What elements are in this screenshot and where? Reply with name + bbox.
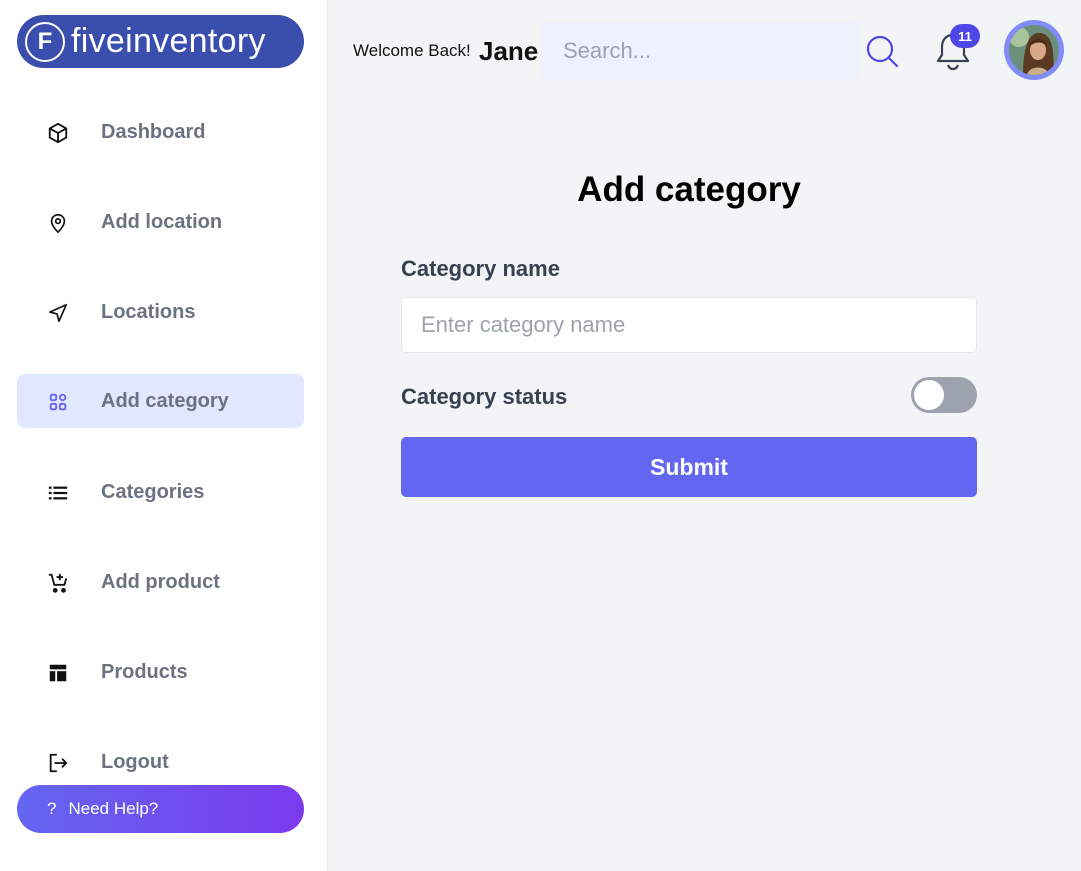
- sidebar-item-label: Add location: [101, 210, 223, 233]
- sidebar-item-dashboard[interactable]: Dashboard: [17, 105, 304, 159]
- brand-logo-mark: F: [25, 21, 65, 62]
- category-status-label: Category status: [401, 384, 568, 409]
- search-input[interactable]: [541, 22, 859, 80]
- category-status-toggle[interactable]: [911, 377, 977, 413]
- cart-add-icon: [47, 572, 69, 594]
- sidebar-item-categories[interactable]: Categories: [17, 465, 304, 519]
- sidebar-item-add-product[interactable]: Add product: [17, 555, 304, 609]
- notification-badge: 11: [950, 24, 980, 48]
- sidebar-item-label: Categories: [101, 480, 205, 503]
- sidebar: F fiveinventory Dashboard Add location L…: [0, 0, 328, 871]
- sidebar-item-products[interactable]: Products: [17, 645, 304, 699]
- sidebar-item-label: Locations: [101, 300, 196, 323]
- need-help-button[interactable]: ? Need Help?: [17, 785, 304, 833]
- logout-icon: [47, 752, 69, 774]
- list-icon: [47, 482, 69, 504]
- brand-logo[interactable]: F fiveinventory: [17, 15, 304, 68]
- page-title: Add category: [577, 170, 801, 209]
- avatar[interactable]: [1004, 20, 1064, 80]
- question-icon: ?: [47, 799, 57, 818]
- sidebar-item-add-location[interactable]: Add location: [17, 195, 304, 249]
- avatar-image: [1009, 25, 1059, 75]
- grid-icon: [47, 391, 69, 413]
- navigation-arrow-icon: [47, 302, 69, 324]
- search-icon[interactable]: [864, 33, 900, 69]
- toggle-knob: [914, 380, 944, 410]
- submit-button[interactable]: Submit: [401, 437, 977, 497]
- need-help-label: Need Help?: [68, 799, 159, 818]
- brand-name: fiveinventory: [71, 22, 266, 60]
- sidebar-item-locations[interactable]: Locations: [17, 285, 304, 339]
- cube-icon: [47, 122, 69, 144]
- sidebar-item-label: Products: [101, 660, 188, 683]
- welcome-text: Welcome Back!: [353, 41, 471, 60]
- map-pin-icon: [47, 212, 69, 234]
- sidebar-item-label: Add category: [101, 389, 229, 412]
- category-name-label: Category name: [401, 256, 560, 281]
- sidebar-item-logout[interactable]: Logout: [17, 735, 304, 789]
- sidebar-item-label: Add product: [101, 570, 220, 593]
- layout-icon: [47, 662, 69, 684]
- category-name-input[interactable]: [401, 297, 977, 353]
- sidebar-item-label: Logout: [101, 750, 169, 773]
- sidebar-item-add-category[interactable]: Add category: [17, 374, 304, 428]
- user-name: Jane: [479, 36, 539, 66]
- sidebar-item-label: Dashboard: [101, 120, 206, 143]
